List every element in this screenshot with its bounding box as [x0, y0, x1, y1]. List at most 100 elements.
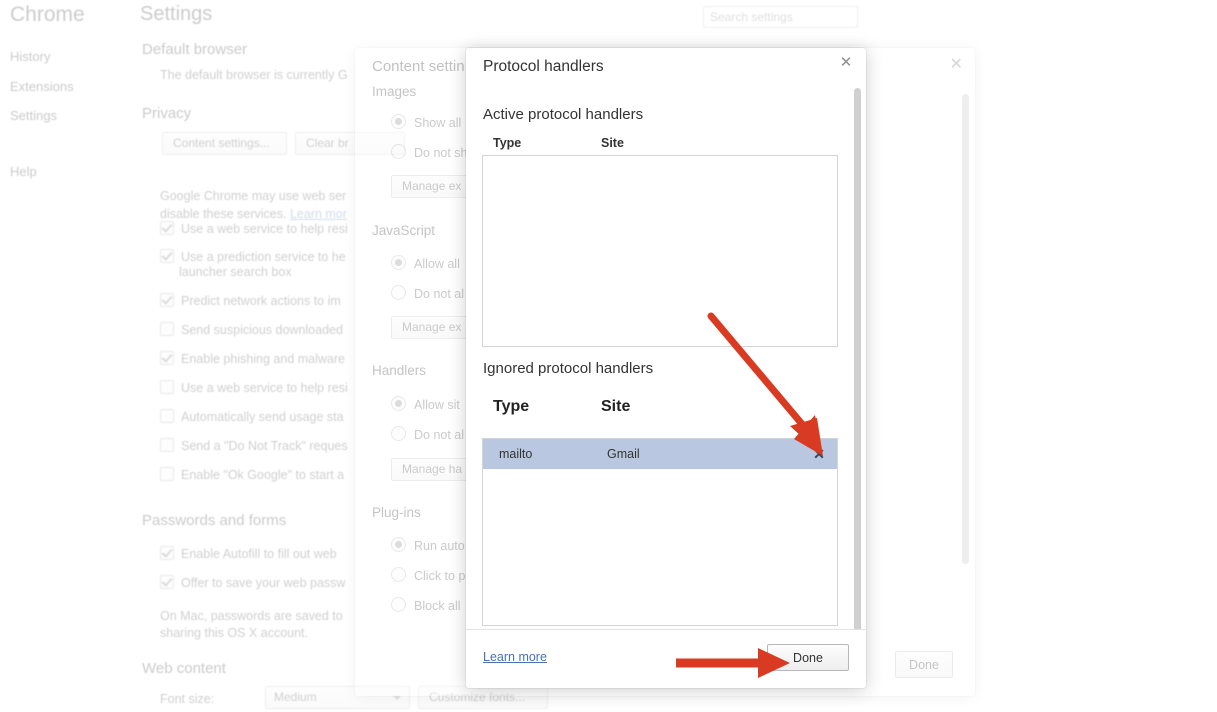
remove-handler-icon[interactable]: ✕	[811, 446, 827, 462]
checkbox-icon[interactable]	[160, 467, 174, 481]
sidebar-item-extensions[interactable]: Extensions	[10, 79, 74, 94]
cs-manage-images-button[interactable]: Manage ex	[391, 175, 473, 198]
cs-option-js-1[interactable]: Do not al	[391, 285, 464, 301]
list-item[interactable]: mailto Gmail ✕	[483, 439, 837, 469]
content-settings-button[interactable]: Content settings...	[162, 132, 287, 155]
content-settings-done-button[interactable]: Done	[895, 651, 953, 678]
section-heading-default-browser: Default browser	[142, 41, 248, 58]
cs-option-label: Allow sit	[414, 398, 460, 412]
checkbox-label: Use a prediction service to he	[181, 250, 346, 264]
column-header-type: Type	[493, 136, 522, 150]
checkbox-label: Automatically send usage sta	[181, 410, 344, 424]
checkbox-icon[interactable]	[160, 293, 174, 307]
checkbox-label: Send a "Do Not Track" reques	[181, 439, 348, 453]
handler-type: mailto	[499, 447, 533, 461]
checkbox-label: Use a web service to help resi	[181, 222, 348, 236]
cs-option-label: Do not al	[414, 287, 465, 301]
privacy-checkbox-2[interactable]: Predict network actions to im	[160, 293, 341, 309]
sidebar-item-help[interactable]: Help	[10, 164, 37, 179]
privacy-checkbox-5[interactable]: Use a web service to help resi	[160, 380, 348, 396]
checkbox-icon[interactable]	[160, 438, 174, 452]
passwords-checkbox-0[interactable]: Enable Autofill to fill out web	[160, 546, 337, 562]
radio-icon[interactable]	[391, 255, 406, 270]
radio-icon[interactable]	[391, 285, 406, 300]
column-header-site: Site	[601, 136, 624, 150]
cs-heading-handlers: Handlers	[372, 363, 427, 378]
cs-option-plugins-2[interactable]: Block all	[391, 597, 461, 613]
radio-icon[interactable]	[391, 537, 406, 552]
checkbox-icon[interactable]	[160, 409, 174, 423]
cs-option-plugins-0[interactable]: Run auto	[391, 537, 465, 553]
content-settings-title: Content settin	[372, 58, 465, 75]
checkbox-icon[interactable]	[160, 575, 174, 589]
protocol-dialog-footer: Learn more Done	[466, 629, 866, 688]
cs-option-js-0[interactable]: Allow all	[391, 255, 460, 271]
privacy-checkbox-1[interactable]: Use a prediction service to he launcher …	[160, 249, 346, 280]
cs-option-label: Run auto	[414, 539, 465, 553]
passwords-checkbox-1[interactable]: Offer to save your web passw	[160, 575, 345, 591]
learn-more-link[interactable]: Learn mor	[290, 207, 347, 221]
handler-site: Gmail	[607, 447, 640, 461]
sidebar-item-history[interactable]: History	[10, 49, 50, 64]
cs-option-label: Block all	[414, 599, 461, 613]
ignored-handlers-columns: Type Site	[483, 398, 843, 420]
cs-manage-handlers-button[interactable]: Manage ha	[391, 458, 474, 481]
chrome-brand-label: Chrome	[10, 3, 85, 26]
checkbox-label-line2: launcher search box	[179, 265, 292, 279]
cs-manage-js-button[interactable]: Manage ex	[391, 316, 473, 339]
sidebar-item-settings[interactable]: Settings	[10, 108, 57, 123]
radio-icon[interactable]	[391, 144, 406, 159]
checkbox-icon[interactable]	[160, 249, 174, 263]
active-handlers-list[interactable]	[482, 155, 838, 347]
checkbox-icon[interactable]	[160, 221, 174, 235]
privacy-note-line1: Google Chrome may use web ser	[160, 189, 347, 203]
default-browser-text: The default browser is currently G	[160, 68, 348, 82]
radio-icon[interactable]	[391, 426, 406, 441]
privacy-checkbox-8[interactable]: Enable "Ok Google" to start a	[160, 467, 344, 483]
section-heading-web-content: Web content	[142, 660, 226, 677]
close-icon[interactable]: ✕	[950, 54, 963, 74]
screen-root: Chrome History Extensions Settings Help …	[0, 0, 1217, 712]
cs-option-handlers-0[interactable]: Allow sit	[391, 396, 460, 412]
checkbox-label: Use a web service to help resi	[181, 381, 348, 395]
checkbox-label: Predict network actions to im	[181, 294, 341, 308]
checkbox-label: Offer to save your web passw	[181, 576, 346, 590]
content-settings-scrollbar[interactable]	[962, 94, 969, 564]
checkbox-icon[interactable]	[160, 546, 174, 560]
radio-icon[interactable]	[391, 396, 406, 411]
privacy-checkbox-3[interactable]: Send suspicious downloaded	[160, 322, 343, 338]
font-size-label: Font size:	[160, 692, 215, 706]
column-header-site: Site	[601, 398, 631, 415]
cs-option-handlers-1[interactable]: Do not al	[391, 426, 464, 442]
radio-icon[interactable]	[391, 597, 406, 612]
privacy-checkbox-0[interactable]: Use a web service to help resi	[160, 221, 348, 237]
protocol-dialog-scrollbar[interactable]	[854, 88, 861, 645]
cs-option-images-0[interactable]: Show all	[391, 114, 461, 130]
cs-heading-images: Images	[372, 84, 417, 99]
checkbox-icon[interactable]	[160, 351, 174, 365]
close-icon[interactable]: ✕	[836, 52, 856, 72]
cs-option-images-1[interactable]: Do not sh	[391, 144, 468, 160]
protocol-dialog-title: Protocol handlers	[483, 58, 604, 75]
protocol-done-button[interactable]: Done	[767, 644, 849, 671]
radio-icon[interactable]	[391, 567, 406, 582]
radio-icon[interactable]	[391, 114, 406, 129]
search-input[interactable]: Search settings	[703, 6, 858, 28]
cs-option-label: Allow all	[414, 257, 460, 271]
checkbox-label: Send suspicious downloaded	[181, 323, 343, 337]
learn-more-link[interactable]: Learn more	[483, 650, 547, 664]
passwords-note-line1: On Mac, passwords are saved to	[160, 609, 343, 623]
checkbox-icon[interactable]	[160, 380, 174, 394]
ignored-handlers-list[interactable]: mailto Gmail ✕	[482, 438, 838, 626]
privacy-checkbox-6[interactable]: Automatically send usage sta	[160, 409, 344, 425]
passwords-note-line2: sharing this OS X account.	[160, 626, 308, 640]
privacy-checkbox-7[interactable]: Send a "Do Not Track" reques	[160, 438, 348, 454]
checkbox-label: Enable "Ok Google" to start a	[181, 468, 345, 482]
privacy-note-line2: disable these services. Learn mor	[160, 206, 347, 222]
privacy-checkbox-4[interactable]: Enable phishing and malware	[160, 351, 345, 367]
cs-option-label: Show all	[414, 116, 462, 130]
checkbox-icon[interactable]	[160, 322, 174, 336]
checkbox-label: Enable Autofill to fill out web	[181, 547, 337, 561]
cs-option-plugins-1[interactable]: Click to p	[391, 567, 465, 583]
checkbox-label: Enable phishing and malware	[181, 352, 345, 366]
